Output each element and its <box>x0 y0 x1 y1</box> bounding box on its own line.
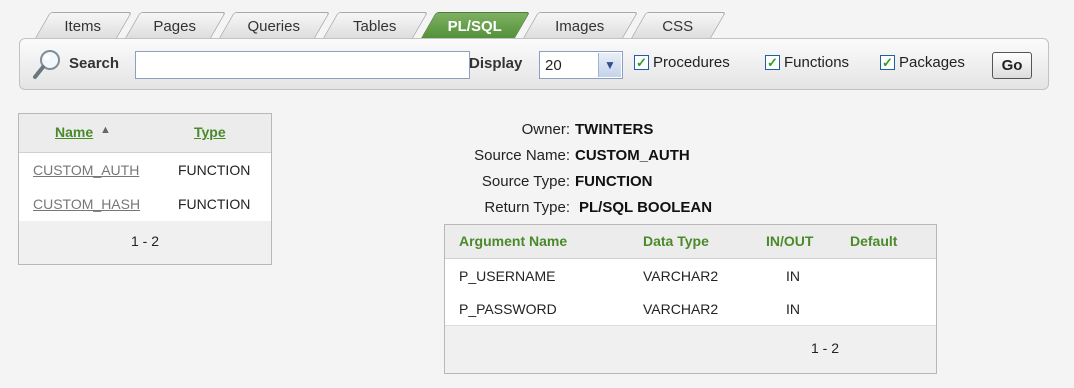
argument-name: P_PASSWORD <box>459 301 557 317</box>
tab-pages[interactable]: Pages <box>123 12 227 40</box>
tab-label: Items <box>64 18 102 35</box>
packages-label: Packages <box>899 54 965 71</box>
data-type-header: Data Type <box>643 233 709 249</box>
pagination: 1 - 2 <box>445 326 936 373</box>
in-out-header: IN/OUT <box>766 233 814 249</box>
tab-label: Tables <box>353 18 397 35</box>
tab-label: PL/SQL <box>447 18 502 35</box>
display-select[interactable]: 20 ▼ <box>539 51 623 79</box>
display-value: 20 <box>545 57 562 74</box>
tab-label: Pages <box>153 18 196 35</box>
pagination-text: 1 - 2 <box>811 340 840 356</box>
arguments-table: Argument Name Data Type IN/OUT Default P… <box>444 224 937 374</box>
sort-ascending-icon: ▲ <box>100 124 111 136</box>
tab-tables[interactable]: Tables <box>321 12 429 40</box>
tab-css[interactable]: CSS <box>629 12 727 40</box>
owner-value: TWINTERS <box>575 121 654 138</box>
object-type: FUNCTION <box>178 162 251 178</box>
display-label: Display <box>469 55 523 72</box>
object-name-link[interactable]: CUSTOM_AUTH <box>33 162 139 178</box>
table-header: Name ▲ Type <box>19 114 271 153</box>
argument-data-type: VARCHAR2 <box>643 268 719 284</box>
argument-in-out: IN <box>786 268 800 284</box>
default-header: Default <box>850 233 898 249</box>
owner-label: Owner: <box>521 121 570 138</box>
tab-plsql[interactable]: PL/SQL <box>419 12 531 40</box>
search-bar: Search Display 20 ▼ ✓ Procedures ✓ Funct… <box>19 38 1049 90</box>
source-type-label: Source Type: <box>481 173 570 190</box>
pagination-text: 1 - 2 <box>130 233 159 249</box>
search-label: Search <box>69 55 120 72</box>
pagination: 1 - 2 <box>19 221 271 264</box>
object-name-link[interactable]: CUSTOM_HASH <box>33 196 140 212</box>
checkmark-icon[interactable]: ✓ <box>634 55 649 70</box>
app-window: Items Pages Queries Tables PL/SQL Images… <box>0 0 1074 388</box>
tab-queries[interactable]: Queries <box>217 12 331 40</box>
source-type-value: FUNCTION <box>575 173 653 190</box>
go-button[interactable]: Go <box>992 52 1032 79</box>
return-type-label: Return Type: <box>484 199 570 216</box>
table-row: CUSTOM_HASH FUNCTION <box>19 187 271 222</box>
tab-label: Images <box>555 18 605 35</box>
procedures-label: Procedures <box>653 54 730 71</box>
functions-label: Functions <box>784 54 850 71</box>
magnifier-icon <box>33 50 60 79</box>
table-row: CUSTOM_AUTH FUNCTION <box>19 153 271 188</box>
tab-label: CSS <box>662 18 694 35</box>
source-name-label: Source Name: <box>474 147 570 164</box>
table-row: P_PASSWORD VARCHAR2 IN <box>445 292 936 326</box>
argument-name: P_USERNAME <box>459 268 556 284</box>
source-name-value: CUSTOM_AUTH <box>575 147 690 164</box>
table-row: P_USERNAME VARCHAR2 IN <box>445 259 936 293</box>
table-header: Argument Name Data Type IN/OUT Default <box>445 225 936 259</box>
search-input[interactable] <box>135 51 470 79</box>
tab-images[interactable]: Images <box>521 12 639 40</box>
chevron-down-icon[interactable]: ▼ <box>598 53 621 77</box>
object-type: FUNCTION <box>178 196 251 212</box>
objects-table: Name ▲ Type CUSTOM_AUTH FUNCTION CUSTOM_… <box>18 113 272 265</box>
argument-in-out: IN <box>786 301 800 317</box>
type-column-header[interactable]: Type <box>194 124 226 140</box>
argument-data-type: VARCHAR2 <box>643 301 719 317</box>
tab-items[interactable]: Items <box>33 12 133 40</box>
return-type-value: PL/SQL BOOLEAN <box>579 199 713 216</box>
checkmark-icon[interactable]: ✓ <box>765 55 780 70</box>
checkmark-icon[interactable]: ✓ <box>880 55 895 70</box>
name-column-header[interactable]: Name <box>55 124 93 140</box>
tab-label: Queries <box>247 18 300 35</box>
argument-name-header: Argument Name <box>459 233 568 249</box>
